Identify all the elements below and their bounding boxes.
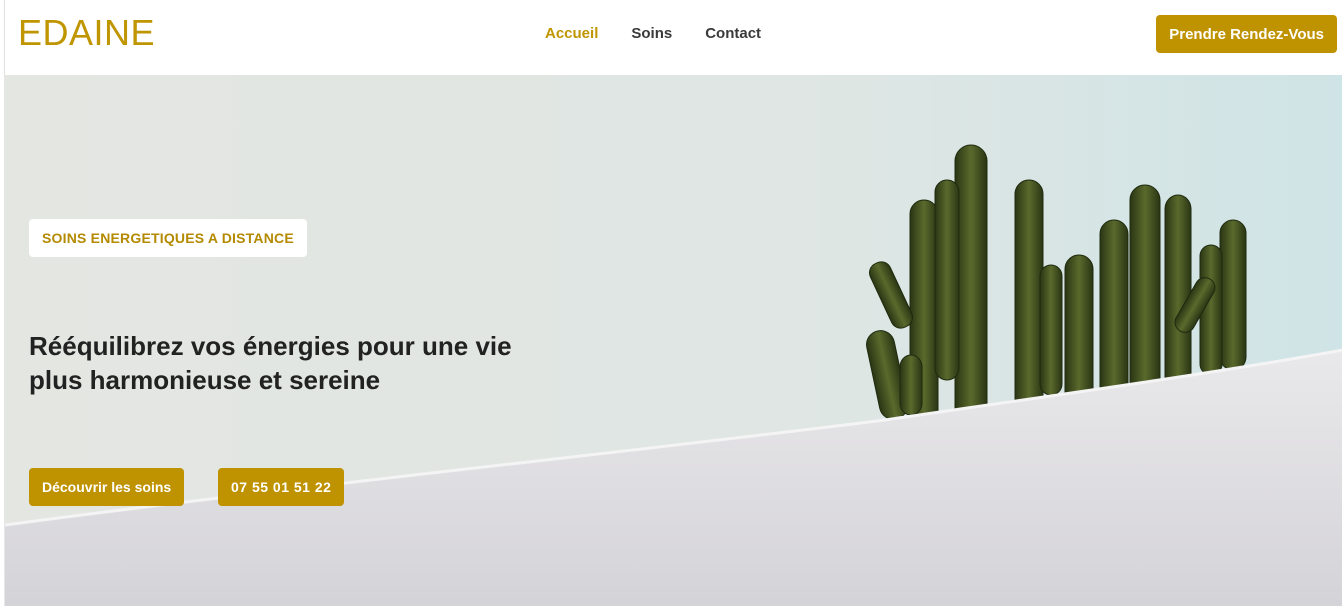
- nav-item-accueil[interactable]: Accueil: [545, 25, 598, 42]
- hero-section: SOINS ENERGETIQUES A DISTANCE Rééquilibr…: [5, 75, 1342, 606]
- phone-button[interactable]: 07 55 01 51 22: [218, 468, 345, 506]
- hero-headline-line1: Rééquilibrez vos énergies pour une vie: [29, 331, 512, 361]
- main-nav: Accueil Soins Contact: [545, 25, 761, 42]
- nav-item-soins[interactable]: Soins: [631, 25, 672, 42]
- page-frame: EDAINE Accueil Soins Contact Prendre Ren…: [4, 0, 1342, 606]
- site-header: EDAINE Accueil Soins Contact Prendre Ren…: [5, 0, 1342, 75]
- book-appointment-button[interactable]: Prendre Rendez-Vous: [1156, 15, 1337, 53]
- hero-tag: SOINS ENERGETIQUES A DISTANCE: [29, 219, 307, 257]
- hero-headline-line2: plus harmonieuse et sereine: [29, 365, 381, 395]
- hero-headline: Rééquilibrez vos énergies pour une vie p…: [29, 329, 569, 397]
- nav-item-contact[interactable]: Contact: [705, 25, 761, 42]
- discover-treatments-button[interactable]: Découvrir les soins: [29, 468, 185, 506]
- brand-logo[interactable]: EDAINE: [18, 12, 155, 54]
